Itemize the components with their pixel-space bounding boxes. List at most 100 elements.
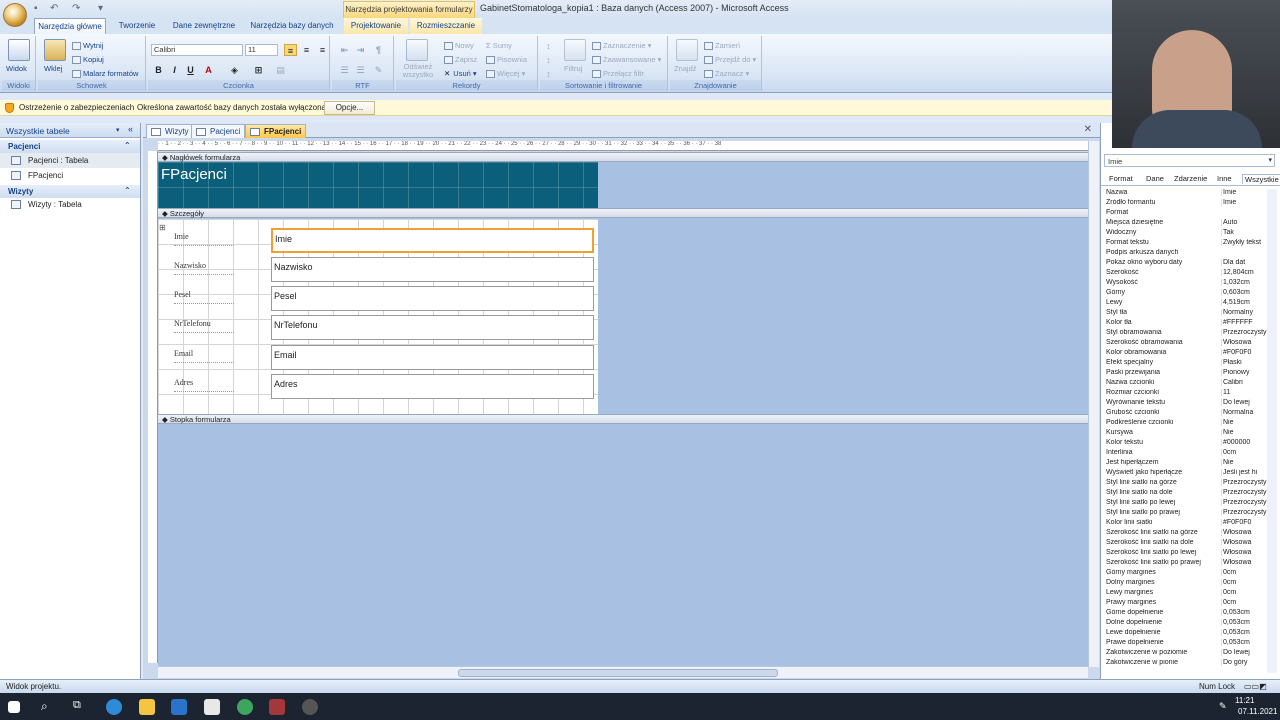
task-view-icon[interactable]: ⧉ [73,699,89,715]
file-explorer-icon[interactable] [139,699,155,715]
gridlines-icon[interactable]: ⊞ [252,64,265,76]
copy-button[interactable]: Kopiuj [72,55,104,65]
align-center-button[interactable]: ≡ [300,44,313,56]
prop-tab-inne[interactable]: Inne [1217,174,1232,183]
property-value[interactable]: Włosowa [1221,539,1267,546]
property-value[interactable]: Tak [1221,229,1267,236]
fill-color-icon[interactable]: ◈ [228,64,241,76]
align-left-button[interactable]: ≡ [284,44,297,56]
highlight-icon[interactable]: ✎ [372,64,385,76]
nav-item-wizyty-tabela[interactable]: Wizyty : Tabela [0,197,140,212]
save-icon[interactable]: ▪ [34,3,38,14]
nav-collapse-icon[interactable]: « [128,124,133,134]
property-value[interactable]: 0,053cm [1221,629,1267,636]
property-row[interactable]: Podpis arkusza danych [1103,249,1267,259]
property-row[interactable]: Wysokość 1,032cm [1103,279,1267,289]
view-button[interactable]: Widok [6,64,27,73]
goto-button[interactable]: Przejdź do ▾ [704,55,756,65]
filter-icon[interactable] [564,39,586,61]
property-value[interactable]: #000000 [1221,439,1267,446]
align-right-button[interactable]: ≡ [316,44,329,56]
property-value[interactable]: Imie [1221,199,1267,206]
more-button[interactable]: Więcej ▾ [486,69,525,79]
prop-tab-format[interactable]: Format [1109,174,1133,183]
property-row[interactable]: Zakotwiczenie w poziomie Do lewej [1103,649,1267,659]
property-row[interactable]: Wyświetl jako hiperłącze Jeśli jest hi [1103,469,1267,479]
property-row[interactable]: Szerokość linii siatki po lewej Włosowa [1103,549,1267,559]
obs-icon[interactable] [302,699,318,715]
label-nrtelefonu[interactable]: NrTelefonu [174,319,234,333]
property-value[interactable]: Nie [1221,429,1267,436]
property-row[interactable]: Kolor tła #FFFFFF [1103,319,1267,329]
italic-button[interactable]: I [168,64,181,76]
property-row[interactable]: Styl linii siatki po lewej Przezroczysty [1103,499,1267,509]
prop-tab-dane[interactable]: Dane [1146,174,1164,183]
property-value[interactable]: Dla dat [1221,259,1267,266]
replace-button[interactable]: Zamień [704,41,740,51]
increase-indent-icon[interactable]: ⇥ [354,44,367,56]
close-document-icon[interactable]: ✕ [1084,124,1092,135]
property-row[interactable]: Wyrównanie tekstu Do lewej [1103,399,1267,409]
chevron-up-icon[interactable]: ⌃ [124,141,131,150]
form-title-label[interactable]: FPacjenci [161,166,227,183]
ltr-icon[interactable]: ¶ [372,44,385,56]
nav-group-pacjenci[interactable]: Pacjenci ⌃ [0,140,140,153]
property-row[interactable]: Styl linii siatki na dole Przezroczysty [1103,489,1267,499]
property-value[interactable]: 0,053cm [1221,639,1267,646]
property-row[interactable]: Szerokość obramowania Włosowa [1103,339,1267,349]
property-row[interactable]: Źródło formantu Imie [1103,199,1267,209]
property-value[interactable]: 0cm [1221,589,1267,596]
font-color-button[interactable]: A [202,64,215,76]
property-value[interactable]: 0cm [1221,449,1267,456]
label-adres[interactable]: Adres [174,378,234,392]
property-row[interactable]: Styl obramowania Przezroczysty [1103,329,1267,339]
field-adres[interactable]: Adres [271,374,594,399]
property-row[interactable]: Nazwa Imie [1103,189,1267,199]
property-row[interactable]: Lewy margines 0cm [1103,589,1267,599]
nav-item-pacjenci-tabela[interactable]: Pacjenci : Tabela [0,153,140,168]
property-value[interactable]: Calibri [1221,379,1267,386]
property-value[interactable]: Przezroczysty [1221,329,1267,336]
toggle-filter-button[interactable]: Przełącz filtr [592,69,644,79]
view-switch-icons[interactable]: ▭▭◩ [1244,682,1267,691]
clock-date[interactable]: 07.11.2021 [1238,707,1277,716]
property-value[interactable]: 0,603cm [1221,289,1267,296]
property-value[interactable]: Nie [1221,419,1267,426]
property-value[interactable]: Do lewej [1221,649,1267,656]
property-row[interactable]: Miejsca dziesiętne Auto [1103,219,1267,229]
selection-button[interactable]: Zaznaczenie ▾ [592,41,651,51]
property-value[interactable]: Do góry [1221,659,1267,666]
property-value[interactable]: 11 [1221,389,1267,396]
find-button[interactable]: Znajdź [674,64,697,73]
paste-icon[interactable] [44,39,66,61]
section-header-bar[interactable]: ◆ Nagłówek formularza [158,152,1088,162]
property-row[interactable]: Grubość czcionki Normalna [1103,409,1267,419]
prop-tab-wszystkie[interactable]: Wszystkie [1242,174,1280,184]
format-painter-button[interactable]: Malarz formatów [72,69,138,79]
property-value[interactable]: Przezroczysty [1221,499,1267,506]
tab-narzedzia-bazy-danych[interactable]: Narzędzia bazy danych [247,18,337,34]
property-value[interactable]: Normalny [1221,309,1267,316]
nav-header[interactable]: Wszystkie tabele ▾ « [0,123,140,138]
property-value[interactable]: 0,053cm [1221,609,1267,616]
bold-button[interactable]: B [152,64,165,76]
chevron-up-icon[interactable]: ⌃ [124,186,131,195]
redo-icon[interactable]: ↷ [72,3,80,14]
property-row[interactable]: Kolor obramowania #F0F0F0 [1103,349,1267,359]
chevron-down-icon[interactable]: ▾ [1268,156,1272,164]
property-row[interactable]: Kolor tekstu #000000 [1103,439,1267,449]
property-row[interactable]: Podkreślenie czcionki Nie [1103,419,1267,429]
property-row[interactable]: Interlinia 0cm [1103,449,1267,459]
property-row[interactable]: Styl linii siatki po prawej Przezroczysty [1103,509,1267,519]
horizontal-scrollbar[interactable] [158,666,1088,678]
property-row[interactable]: Górne dopełnienie 0,053cm [1103,609,1267,619]
property-value[interactable]: 4,519cm [1221,299,1267,306]
doc-tab-wizyty[interactable]: Wizyty [146,124,194,138]
property-row[interactable]: Górny margines 0cm [1103,569,1267,579]
tab-narzedzia-glowne[interactable]: Narzędzia główne [34,18,106,34]
property-value[interactable]: 0cm [1221,599,1267,606]
property-row[interactable]: Kolor linii siatki #F0F0F0 [1103,519,1267,529]
new-record-button[interactable]: Nowy [444,41,474,51]
advanced-button[interactable]: Zaawansowane ▾ [592,55,661,65]
property-row[interactable]: Paski przewijania Pionowy [1103,369,1267,379]
